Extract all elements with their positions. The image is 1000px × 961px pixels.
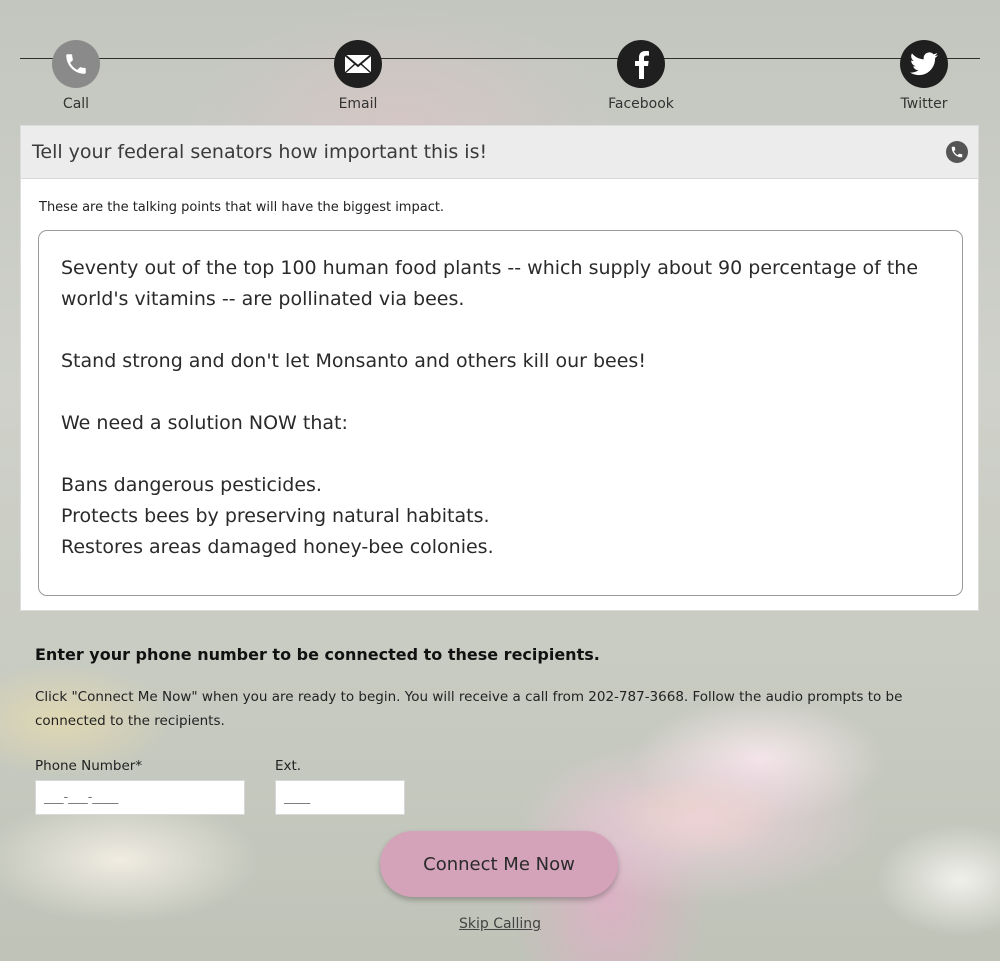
share-call-label: Call bbox=[62, 96, 90, 112]
talking-point-list-item: Bans dangerous pesticides. bbox=[61, 474, 322, 496]
phone-number-label: Phone Number* bbox=[35, 758, 143, 774]
facebook-icon[interactable] bbox=[617, 40, 665, 88]
phone-section-description: Click "Connect Me Now" when you are read… bbox=[35, 689, 903, 729]
connect-me-now-button[interactable]: Connect Me Now bbox=[380, 831, 618, 897]
panel-title: Tell your federal senators how important… bbox=[32, 141, 488, 163]
ext-label: Ext. bbox=[275, 758, 302, 774]
skip-calling-link[interactable]: Skip Calling bbox=[35, 916, 965, 932]
phone-connect-section: Enter your phone number to be connected … bbox=[35, 645, 965, 932]
phone-icon[interactable] bbox=[52, 40, 100, 88]
share-facebook-label: Facebook bbox=[608, 96, 674, 112]
phone-icon bbox=[946, 141, 968, 163]
talking-point-list-item: Protects bees by preserving natural habi… bbox=[61, 505, 490, 527]
share-connector-line bbox=[20, 58, 980, 59]
talking-points-panel: Tell your federal senators how important… bbox=[20, 125, 979, 611]
talking-point-list-item: Restores areas damaged honey-bee colonie… bbox=[61, 536, 494, 558]
phone-section-heading: Enter your phone number to be connected … bbox=[35, 645, 600, 664]
phone-number-input[interactable] bbox=[35, 780, 245, 815]
share-email[interactable]: Email bbox=[313, 40, 403, 112]
envelope-icon[interactable] bbox=[334, 40, 382, 88]
share-call[interactable]: Call bbox=[31, 40, 121, 112]
share-facebook[interactable]: Facebook bbox=[596, 40, 686, 112]
talking-point-paragraph: We need a solution NOW that: bbox=[61, 412, 348, 434]
share-email-label: Email bbox=[338, 96, 378, 112]
panel-header: Tell your federal senators how important… bbox=[21, 126, 978, 179]
talking-point-paragraph: Seventy out of the top 100 human food pl… bbox=[61, 257, 919, 310]
talking-points-box: Seventy out of the top 100 human food pl… bbox=[38, 230, 963, 596]
panel-subtitle: These are the talking points that will h… bbox=[39, 200, 445, 215]
share-twitter-label: Twitter bbox=[900, 96, 948, 112]
twitter-icon[interactable] bbox=[900, 40, 948, 88]
share-twitter[interactable]: Twitter bbox=[879, 40, 969, 112]
talking-point-paragraph: Stand strong and don't let Monsanto and … bbox=[61, 350, 646, 372]
ext-input[interactable] bbox=[275, 780, 405, 815]
